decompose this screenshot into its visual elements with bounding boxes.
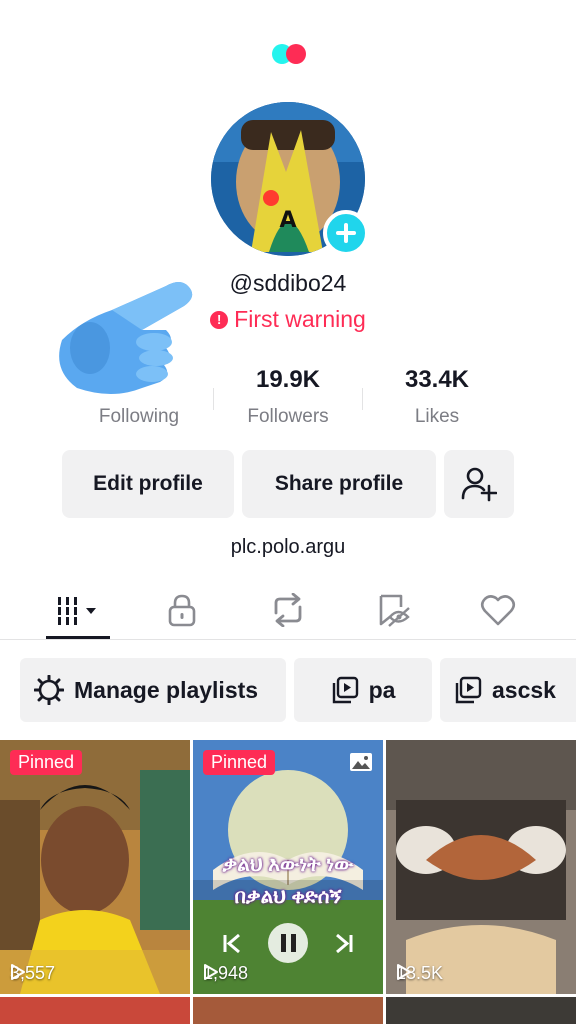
overlay-caption: በቃልህ ቀድሰኝ xyxy=(234,886,342,908)
play-icon xyxy=(397,964,411,980)
gear-icon xyxy=(34,675,64,705)
play-icon xyxy=(204,964,218,980)
add-friends-button[interactable] xyxy=(444,450,514,518)
likes-count: 33.4K xyxy=(404,366,470,393)
photo-icon xyxy=(350,753,372,771)
followers-label: Followers xyxy=(247,406,329,427)
bookmark-eye-icon xyxy=(379,594,410,627)
followers-count: 19.9K xyxy=(255,366,321,393)
tab-favorites[interactable] xyxy=(354,582,434,638)
pointing-hand-icon xyxy=(59,282,193,394)
avatar-container[interactable]: A xyxy=(211,102,369,256)
svg-text:A: A xyxy=(279,208,296,233)
alert-icon: ! xyxy=(210,310,229,329)
share-profile-button[interactable]: Share profile xyxy=(242,450,436,518)
manage-playlists-label: Manage playlists xyxy=(74,676,259,703)
lock-icon xyxy=(168,594,196,627)
tab-private[interactable] xyxy=(142,582,222,638)
grid-dropdown-icon xyxy=(58,597,96,625)
view-count: 1,948 xyxy=(203,963,248,984)
video-thumbnail-image xyxy=(386,740,576,994)
video-thumbnail[interactable] xyxy=(386,997,576,1024)
playlist-chip[interactable]: pa xyxy=(294,658,432,722)
bio-link[interactable]: plc.polo.argu xyxy=(0,536,576,559)
play-icon xyxy=(11,964,25,980)
likes-label: Likes xyxy=(414,406,460,427)
video-thumbnail[interactable] xyxy=(0,997,190,1024)
repost-icon xyxy=(274,593,302,627)
edit-profile-button[interactable]: Edit profile xyxy=(62,450,234,518)
view-count: 3,557 xyxy=(10,963,55,984)
tab-reposts[interactable] xyxy=(248,582,328,638)
plus-icon xyxy=(336,223,356,243)
app-logo xyxy=(272,44,306,64)
heart-icon xyxy=(480,595,516,626)
video-thumbnail[interactable]: ቃልህ እውነት ነው በቃልህ ቀድሰኝ Pinned 1,948 xyxy=(193,740,383,994)
warning-label: First warning xyxy=(234,306,366,332)
pinned-badge: Pinned xyxy=(203,750,276,775)
logo-red-dot xyxy=(286,44,306,64)
active-tab-indicator xyxy=(46,636,110,639)
video-grid: Pinned 3,557 ቃልህ እውነት ነው በቃልህ ቀድሰኝ Pinne… xyxy=(0,740,576,1024)
manage-playlists-button[interactable]: Manage playlists xyxy=(20,658,286,722)
add-user-icon xyxy=(461,467,497,502)
add-story-button[interactable] xyxy=(323,210,369,256)
video-thumbnail[interactable]: Pinned 3,557 xyxy=(0,740,190,994)
stat-followers[interactable]: 19.9K Followers xyxy=(213,366,363,428)
tab-liked[interactable] xyxy=(458,582,538,638)
video-thumbnail[interactable]: 13.5K xyxy=(386,740,576,994)
tab-videos[interactable] xyxy=(38,582,118,638)
view-count: 13.5K xyxy=(396,963,443,984)
playlist-label: ascsk xyxy=(492,676,556,703)
video-thumbnail-image xyxy=(0,740,190,994)
playlist-icon xyxy=(455,676,482,704)
video-thumbnail[interactable] xyxy=(193,997,383,1024)
overlay-caption: ቃልህ እውነት ነው xyxy=(222,854,354,876)
playlist-bar: Manage playlists pa ascsk xyxy=(0,658,576,722)
stat-likes[interactable]: 33.4K Likes xyxy=(362,366,512,428)
playlist-label: pa xyxy=(368,676,396,703)
profile-tabs xyxy=(0,582,576,640)
playlist-icon xyxy=(332,676,358,704)
playlist-chip[interactable]: ascsk xyxy=(440,658,576,722)
pinned-badge: Pinned xyxy=(10,750,83,775)
